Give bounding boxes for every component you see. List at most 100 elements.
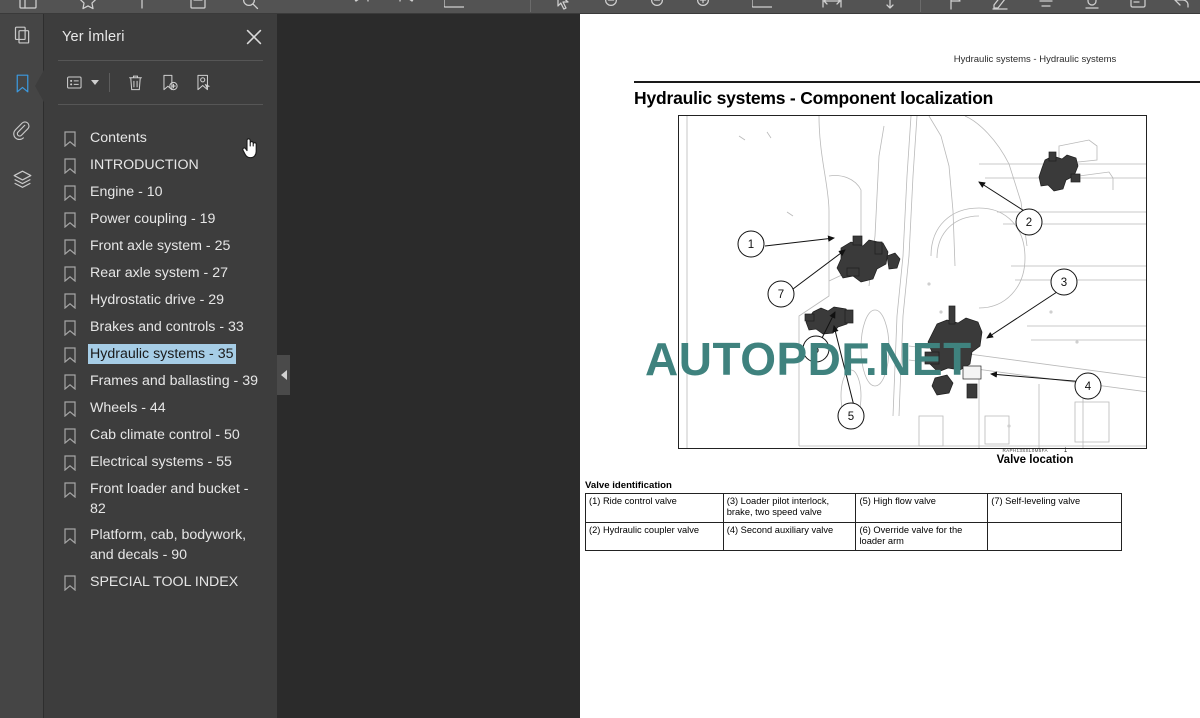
strikeout-icon[interactable] (1036, 0, 1056, 11)
bookmark-item[interactable]: Power coupling - 19 (44, 206, 277, 233)
main-toolbar[interactable] (0, 0, 1200, 14)
bookmark-item[interactable]: Hydrostatic drive - 29 (44, 287, 277, 314)
zoom-field-icon[interactable] (444, 0, 464, 11)
bookmark-properties-button[interactable] (188, 69, 218, 97)
bookmark-options-dropdown[interactable] (60, 69, 90, 97)
bookmark-list[interactable]: Contents INTRODUCTION Engine - 10 Power cou… (44, 119, 277, 718)
bookmark-icon (62, 574, 78, 593)
bookmark-item[interactable]: Electrical systems - 55 (44, 449, 277, 476)
dropdown-caret-icon[interactable] (91, 80, 99, 85)
underline-icon[interactable] (1082, 0, 1102, 11)
layers-icon (12, 169, 33, 195)
highlight-icon[interactable] (990, 0, 1010, 11)
bookmark-item-label: INTRODUCTION (90, 157, 199, 173)
table-cell: (1) Ride control valve (585, 493, 724, 523)
table-cell (987, 521, 1122, 552)
bookmarks-panel: Yer İmleri Contents INTRODUCTION Engine … (44, 14, 277, 718)
flag-icon[interactable] (946, 0, 966, 11)
bookmark-item-label: Front loader and bucket - 82 (90, 481, 249, 518)
svg-text:3: 3 (1061, 277, 1067, 289)
rail-item-attachments[interactable] (0, 110, 44, 158)
rail-item-pages[interactable] (0, 14, 44, 62)
figure-code-text: RAPH13SSL0M5FA (1002, 448, 1048, 453)
save-icon[interactable] (188, 0, 208, 11)
bookmark-item[interactable]: Engine - 10 (44, 179, 277, 206)
fit-width-icon[interactable] (822, 0, 842, 11)
table-cell: (3) Loader pilot interlock, brake, two s… (722, 493, 857, 523)
undo-icon[interactable] (352, 0, 372, 11)
svg-text:2: 2 (1026, 217, 1032, 229)
table-body: (1) Ride control valve (3) Loader pilot i… (585, 493, 1122, 552)
bookmark-item-label: Front axle system - 25 (90, 238, 231, 254)
bookmark-item-label: Wheels - 44 (90, 400, 166, 416)
page-title: Hydraulic systems - Component localizati… (634, 88, 994, 108)
table-row: (1) Ride control valve (3) Loader pilot i… (585, 493, 1122, 523)
redo-icon[interactable] (396, 0, 416, 11)
search-icon[interactable] (240, 0, 260, 11)
pages-thumbnail-icon (12, 25, 33, 51)
bookmark-item[interactable]: Brakes and controls - 33 (44, 314, 277, 341)
table-cell: (7) Self-leveling valve (987, 493, 1122, 523)
reply-icon[interactable] (1172, 0, 1192, 11)
svg-text:1: 1 (748, 239, 754, 251)
toolbar-separator (109, 73, 110, 92)
title-rule (634, 81, 1200, 83)
svg-text:4: 4 (1085, 381, 1092, 393)
close-icon[interactable] (243, 26, 265, 48)
pdf-page: Hydraulic systems - Hydraulic systems Hy… (580, 14, 1200, 718)
bookmark-item[interactable]: Cab climate control - 50 (44, 422, 277, 449)
table-cell: (2) Hydraulic coupler valve (585, 521, 724, 552)
attachments-paperclip-icon (12, 121, 33, 147)
bookmark-icon (62, 265, 78, 284)
pointer-select-icon[interactable] (552, 0, 572, 11)
delete-bookmark-button[interactable] (120, 69, 150, 97)
bookmark-item[interactable]: INTRODUCTION (44, 152, 277, 179)
panel-title: Yer İmleri (62, 29, 125, 45)
technical-figure: 1 2 3 4 5 6 7 (678, 115, 1147, 449)
bookmark-item[interactable]: Frames and ballasting - 39 (44, 368, 277, 395)
bookmark-icon (62, 157, 78, 176)
bookmark-item[interactable]: Wheels - 44 (44, 395, 277, 422)
note-icon[interactable] (1128, 0, 1148, 11)
figure-caption: Valve location (996, 454, 1074, 466)
bookmark-item[interactable]: Front loader and bucket - 82 (44, 476, 277, 522)
valve-identification-table: (1) Ride control valve (3) Loader pilot i… (585, 493, 1122, 552)
bookmark-icon (62, 184, 78, 203)
bookmark-item-label: SPECIAL TOOL INDEX (90, 573, 239, 590)
bookmark-item[interactable]: Front axle system - 25 (44, 233, 277, 260)
bookmark-icon (62, 527, 78, 546)
add-text-icon[interactable] (132, 0, 152, 11)
bookmark-icon (62, 481, 78, 500)
bookmark-item[interactable]: Contents (44, 125, 277, 152)
toolbar-separator (530, 0, 531, 12)
fit-page-icon[interactable] (880, 0, 900, 11)
bookmark-item-label: Engine - 10 (90, 184, 163, 200)
bookmark-item-label: Rear axle system - 27 (90, 265, 228, 281)
rail-item-bookmarks[interactable] (0, 62, 45, 110)
svg-text:5: 5 (848, 411, 854, 423)
bookmark-item-label: Electrical systems - 55 (90, 454, 232, 470)
panel-collapse-handle[interactable] (277, 355, 290, 395)
zoom-in-icon[interactable] (694, 0, 714, 11)
bookmark-item-label: Brakes and controls - 33 (90, 319, 244, 335)
bookmark-star-icon[interactable] (78, 0, 98, 11)
sidebar-icon-rail[interactable] (0, 14, 45, 718)
panel-toggle-icon[interactable] (18, 0, 38, 11)
bookmark-item[interactable]: SPECIAL TOOL INDEX (44, 569, 277, 596)
page-field-icon[interactable] (752, 0, 772, 11)
bookmark-icon (62, 211, 78, 230)
bookmark-icon (62, 292, 78, 311)
bookmark-item[interactable]: Rear axle system - 27 (44, 260, 277, 287)
chevron-left-icon (280, 370, 287, 380)
bookmark-item-label: Hydrostatic drive - 29 (90, 292, 225, 308)
document-viewer[interactable]: Hydraulic systems - Hydraulic systems Hy… (290, 14, 1200, 718)
panel-toolbar-divider (58, 104, 263, 105)
bookmark-item[interactable]: Hydraulic systems - 35 (44, 341, 277, 368)
new-bookmark-button[interactable] (154, 69, 184, 97)
zoom-reset-icon[interactable] (648, 0, 668, 11)
zoom-out-icon[interactable] (602, 0, 622, 11)
bookmark-item[interactable]: Platform, cab, bodywork, and decals - 90 (44, 522, 277, 568)
panel-toolbar[interactable] (44, 61, 277, 104)
rail-item-layers[interactable] (0, 158, 44, 206)
table-title: Valve identification (585, 480, 672, 491)
